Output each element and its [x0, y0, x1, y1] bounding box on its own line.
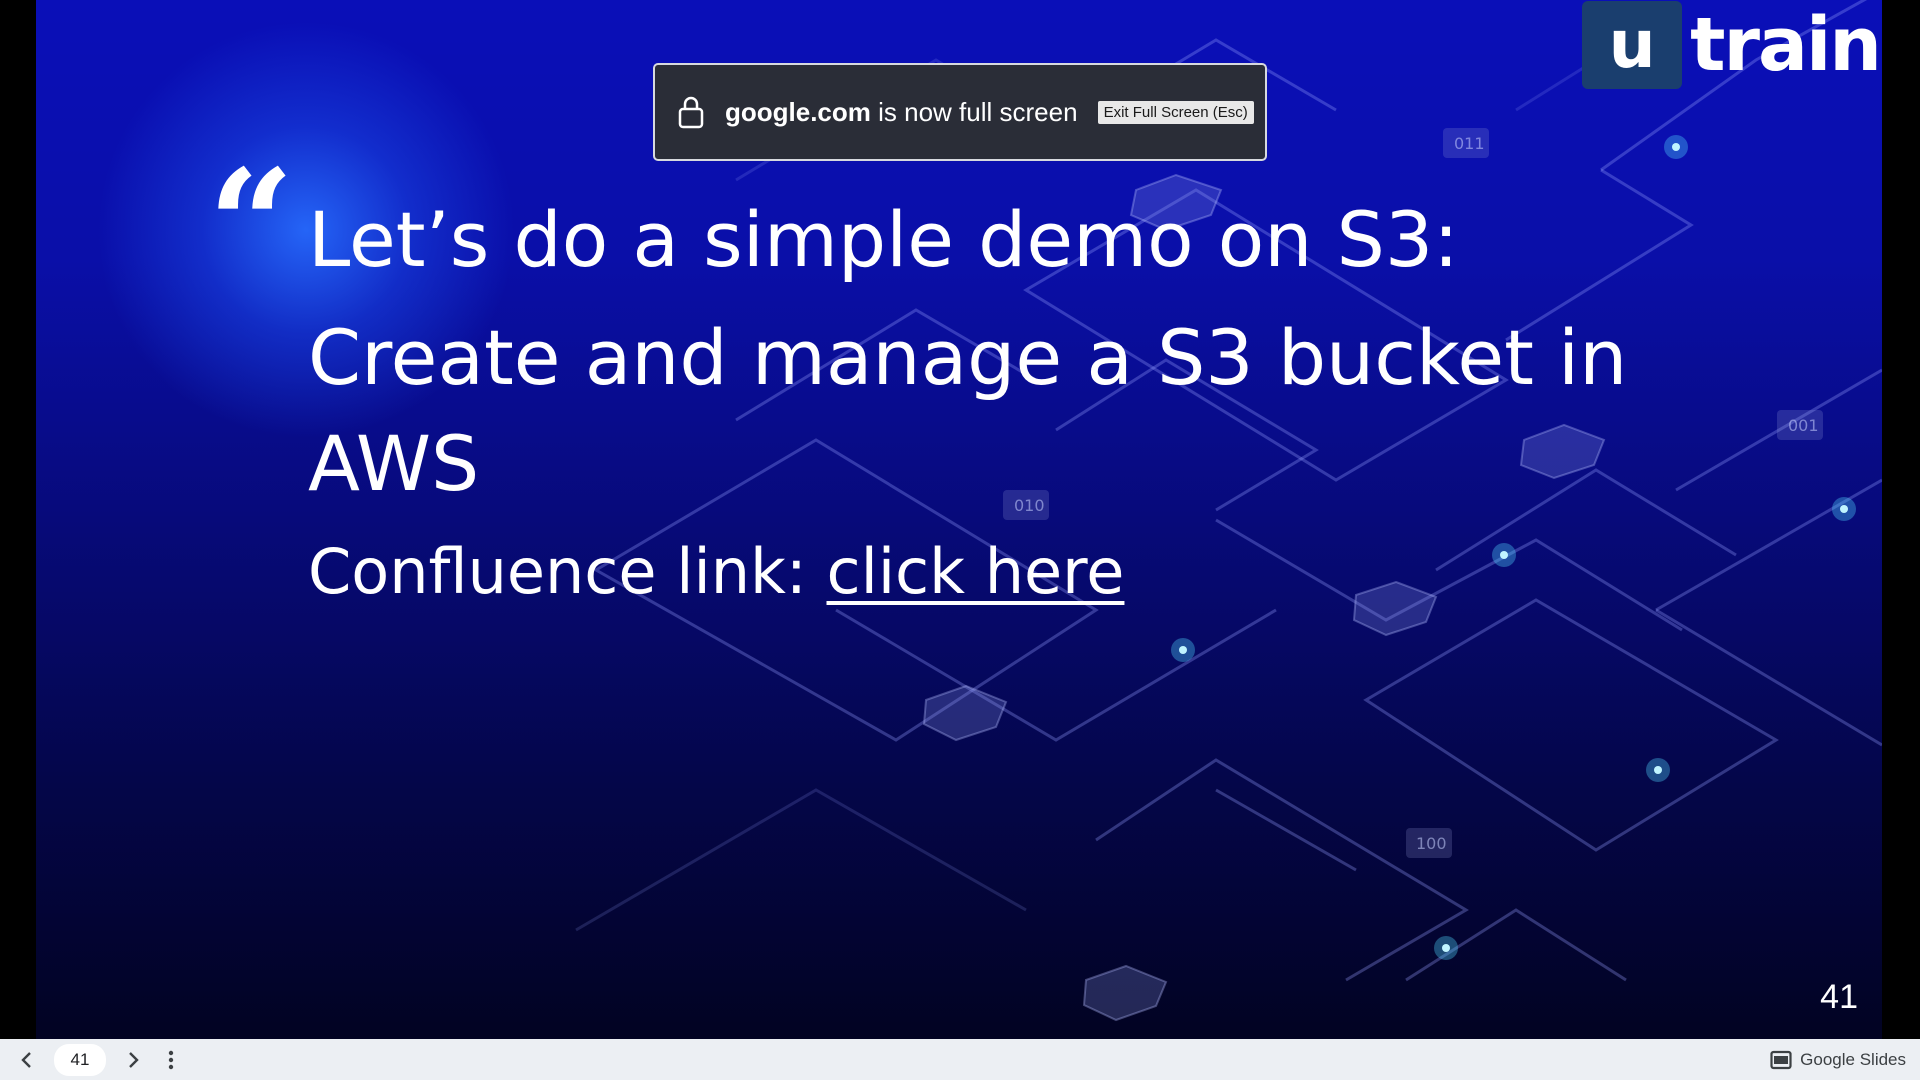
- fullscreen-message: google.com is now full screen: [725, 97, 1078, 128]
- quote-mark: “: [208, 137, 295, 313]
- confluence-line: Confluence link: click here: [308, 527, 1708, 617]
- previous-slide-button[interactable]: [12, 1045, 42, 1075]
- slide-number-input[interactable]: [54, 1043, 106, 1076]
- bubble-label: 100: [1416, 834, 1447, 853]
- google-slides-link[interactable]: Google Slides: [1770, 1050, 1906, 1070]
- slides-toolbar: Google Slides: [0, 1039, 1920, 1080]
- lock-icon: [678, 96, 704, 129]
- bubble-label: 011: [1454, 134, 1485, 153]
- utrain-logo: u train: [1582, 0, 1882, 90]
- bubble-label: 001: [1788, 416, 1819, 435]
- slide-heading: Let’s do a simple demo on S3:: [308, 195, 1459, 284]
- fullscreen-text: is now full screen: [870, 96, 1078, 127]
- confluence-link[interactable]: click here: [827, 535, 1125, 608]
- logo-wordmark: train: [1690, 2, 1882, 88]
- next-slide-button[interactable]: [118, 1045, 148, 1075]
- confluence-label: Confluence link:: [308, 535, 827, 608]
- fullscreen-domain: google.com: [725, 96, 871, 127]
- chevron-left-icon: [21, 1051, 31, 1068]
- chevron-right-icon: [129, 1051, 139, 1068]
- exit-fullscreen-button[interactable]: Exit Full Screen (Esc): [1097, 100, 1254, 124]
- logo-mark: u: [1582, 1, 1683, 89]
- presentation-stage: 011 001 010 100 u train “ Let’s do a sim…: [0, 0, 1920, 1039]
- google-slides-label: Google Slides: [1800, 1049, 1906, 1069]
- more-options-button[interactable]: [156, 1045, 186, 1075]
- slide-number: 41: [1820, 978, 1858, 1016]
- slides-icon: [1770, 1050, 1792, 1069]
- more-vert-icon: [168, 1050, 174, 1069]
- slide-subheading: Create and manage a S3 bucket in AWS: [308, 313, 1628, 508]
- fullscreen-notice: google.com is now full screen Exit Full …: [653, 63, 1267, 161]
- slide-body: Let’s do a simple demo on S3: Create and…: [308, 185, 1708, 617]
